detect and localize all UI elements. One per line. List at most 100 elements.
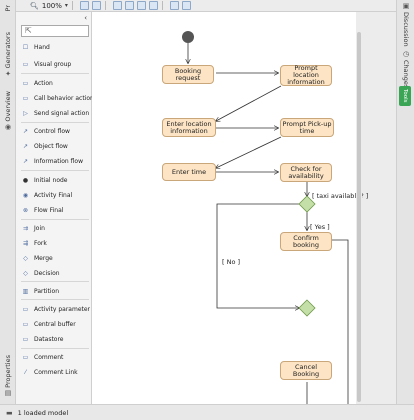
palette-item-control-flow[interactable]: ↗ Control flow — [21, 125, 70, 137]
partition-icon: ▥ — [22, 287, 29, 295]
action-label: Check for availability — [288, 164, 324, 180]
palette-item-object-flow[interactable]: ↗ Object flow — [21, 140, 68, 152]
activity-final-icon: ◉ — [22, 191, 29, 199]
comment-icon: ▭ — [22, 353, 29, 361]
initial-node-icon: ● — [22, 176, 29, 184]
palette-item-send-signal-action[interactable]: ▷ Send signal action — [21, 107, 89, 119]
call-behavior-action-icon: ▭ — [22, 94, 29, 102]
palette-item-initial-node[interactable]: ● Initial node — [21, 174, 68, 186]
align-top-button[interactable] — [112, 1, 122, 10]
tools-badge[interactable]: Tools — [399, 86, 411, 106]
flow-final-icon: ⊗ — [22, 206, 29, 214]
flow-edge[interactable] — [216, 85, 282, 121]
toolbar-separator — [161, 1, 163, 10]
palette-item-datastore[interactable]: ▭ Datastore — [21, 333, 64, 345]
palette-item-decision[interactable]: ◇ Decision — [21, 267, 59, 279]
palette-item-label: Fork — [34, 239, 47, 247]
align-middle-button[interactable] — [124, 1, 134, 10]
palette-filter-input[interactable]: ⇱ — [21, 25, 89, 37]
palette-item-comment-link[interactable]: ⁄ Comment Link — [21, 366, 78, 378]
chevron-down-icon: ▾ — [64, 2, 68, 9]
palette-item-label: Activity Final — [34, 191, 73, 199]
tab-generators[interactable]: Generators ✦ — [0, 30, 16, 80]
tab-changes[interactable]: ◷ Changes — [399, 50, 413, 88]
palette-item-join[interactable]: ⇉ Join — [21, 222, 45, 234]
action-label: Enter location information — [166, 119, 212, 135]
hand-icon: ☐ — [22, 43, 29, 51]
palette-item-merge[interactable]: ◇ Merge — [21, 252, 53, 264]
diagram-canvas[interactable]: Booking request Prompt location informat… — [92, 12, 368, 404]
palette-item-label: Comment — [34, 353, 64, 361]
undo-button[interactable] — [169, 1, 179, 10]
generators-icon: ✦ — [5, 70, 11, 79]
action-label: Prompt Pick-up time — [282, 119, 332, 135]
right-tab-strip: ▣ Discussion ◷ Changes — [396, 0, 414, 404]
align-bottom-button[interactable] — [136, 1, 146, 10]
action-label: Booking request — [174, 66, 202, 82]
flow-edge[interactable] — [216, 136, 282, 168]
distribute-button[interactable] — [148, 1, 158, 10]
action-cancel-booking[interactable]: Cancel Booking — [280, 361, 332, 380]
palette-item-comment[interactable]: ▭ Comment — [21, 351, 64, 363]
activity-parameter-icon: ▭ — [22, 305, 29, 313]
palette-item-action[interactable]: ▭ Action — [21, 77, 53, 89]
action-check-availability[interactable]: Check for availability — [280, 163, 332, 182]
action-enter-time[interactable]: Enter time — [162, 163, 216, 181]
palette-item-partition[interactable]: ▥ Partition — [21, 285, 59, 297]
central-buffer-icon: ▭ — [22, 320, 29, 328]
canvas-scrollbar[interactable] — [356, 12, 362, 404]
tab-generators-label: Generators — [4, 31, 12, 69]
flow-edge-no[interactable] — [216, 203, 299, 308]
palette-item-central-buffer[interactable]: ▭ Central buffer — [21, 318, 76, 330]
zoom-control[interactable]: 🔍︎ 100% ▾ — [30, 1, 68, 11]
palette-item-label: Hand — [34, 43, 50, 51]
merge-node[interactable] — [298, 299, 316, 317]
action-label: Prompt location information — [287, 64, 325, 86]
palette-divider — [21, 73, 89, 74]
palette-divider — [21, 170, 89, 171]
fork-icon: ⇶ — [22, 239, 29, 247]
palette-item-hand[interactable]: ☐ Hand — [21, 41, 50, 53]
tab-overview[interactable]: Overview ◉ — [0, 88, 16, 134]
palette-item-label: Visual group — [34, 60, 72, 68]
guard-yes: [ Yes ] — [310, 223, 330, 231]
palette-divider — [21, 299, 89, 300]
palette-item-label: Join — [34, 224, 45, 232]
visual-group-icon: ▭ — [22, 60, 29, 68]
tab-project-label: Pr — [4, 4, 12, 12]
information-flow-icon: ↗ — [22, 157, 29, 165]
fit-page-button[interactable] — [79, 1, 89, 10]
palette-item-flow-final[interactable]: ⊗ Flow Final — [21, 204, 63, 216]
palette-item-label: Information flow — [34, 157, 83, 165]
action-prompt-pickup[interactable]: Prompt Pick-up time — [280, 118, 334, 137]
fit-width-button[interactable] — [91, 1, 101, 10]
palette-divider — [21, 281, 89, 282]
redo-button[interactable] — [181, 1, 191, 10]
tab-project[interactable]: Pr — [0, 2, 16, 14]
action-prompt-location[interactable]: Prompt location information — [280, 65, 332, 86]
toolbar-separator — [71, 1, 73, 10]
palette-item-label: Partition — [34, 287, 60, 295]
scrollbar-thumb[interactable] — [357, 32, 361, 402]
tab-properties[interactable]: Properties ▤ — [0, 350, 16, 402]
palette-item-activity-parameter[interactable]: ▭ Activity parameter — [21, 303, 90, 315]
comment-link-icon: ⁄ — [24, 368, 26, 376]
tab-changes-label: Changes — [402, 60, 410, 89]
left-tab-strip: Pr Generators ✦ Overview ◉ Properties ▤ — [0, 0, 16, 420]
palette-item-fork[interactable]: ⇶ Fork — [21, 237, 47, 249]
action-booking-request[interactable]: Booking request — [162, 65, 214, 84]
action-enter-location[interactable]: Enter location information — [162, 118, 216, 137]
tab-discussion[interactable]: ▣ Discussion — [399, 2, 413, 47]
palette-item-activity-final[interactable]: ◉ Activity Final — [21, 189, 72, 201]
collapse-palette-icon[interactable]: ‹ — [84, 14, 87, 22]
palette-item-label: Merge — [34, 254, 53, 262]
palette-item-call-behavior-action[interactable]: ▭ Call behavior action — [21, 92, 94, 104]
initial-node[interactable] — [182, 31, 194, 43]
cursor-icon: ⇱ — [25, 26, 32, 35]
tab-overview-label: Overview — [4, 90, 12, 122]
palette-item-visual-group[interactable]: ▭ Visual group — [21, 58, 72, 70]
palette-divider — [21, 219, 89, 220]
flow-edge[interactable] — [331, 239, 349, 404]
palette-item-information-flow[interactable]: ↗ Information flow — [21, 155, 83, 167]
action-confirm-booking[interactable]: Confirm booking — [280, 232, 332, 251]
